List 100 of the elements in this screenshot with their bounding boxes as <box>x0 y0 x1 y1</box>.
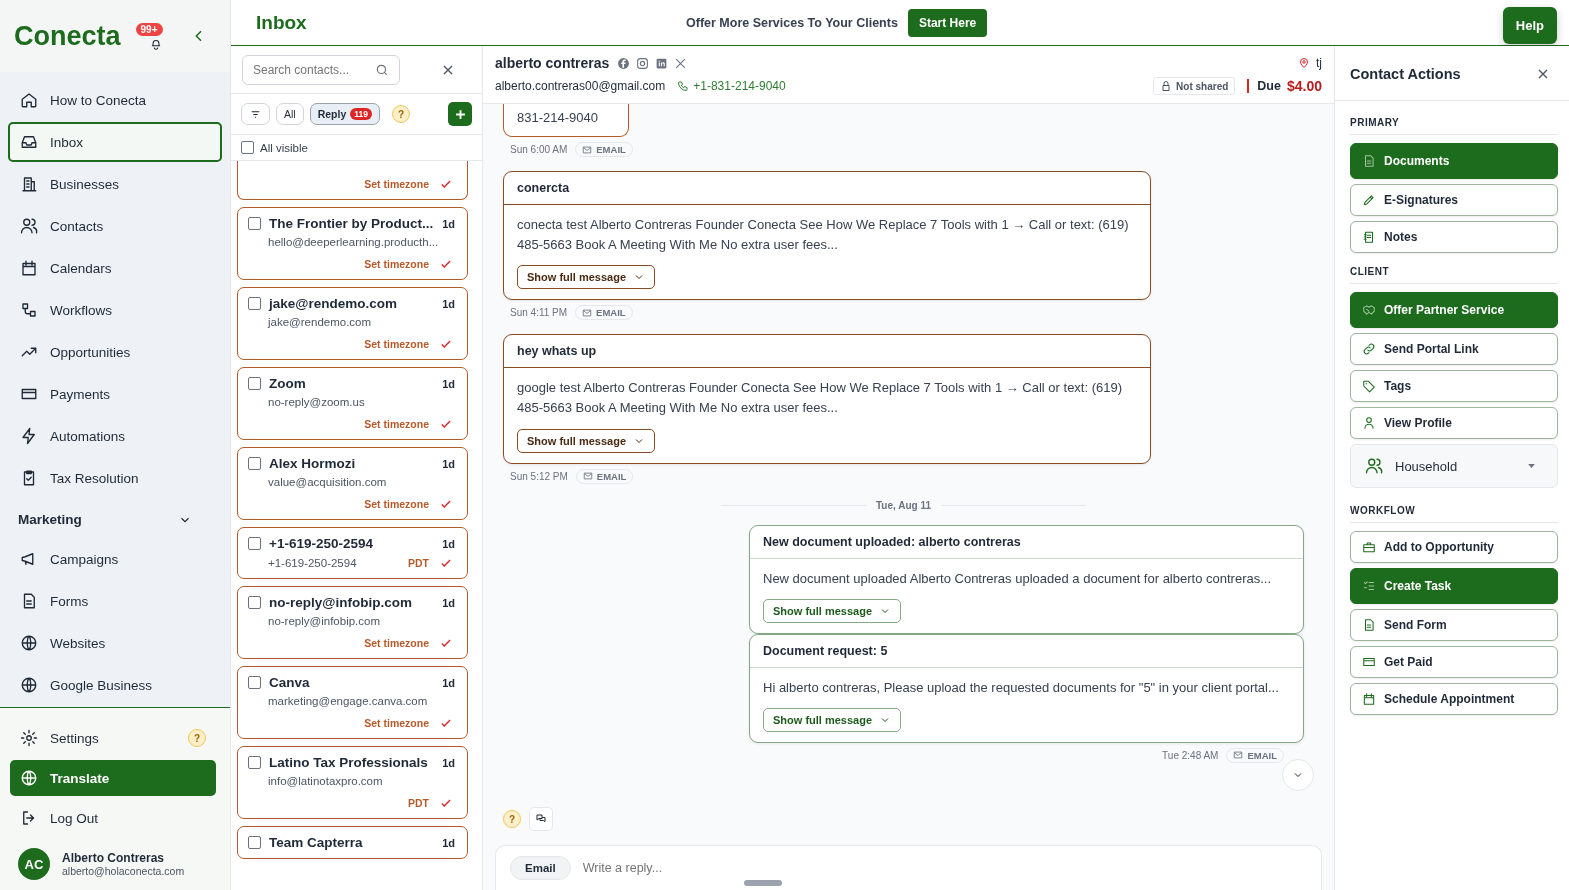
action-button[interactable]: View Profile <box>1350 407 1558 439</box>
nav-item[interactable]: Google Business <box>8 665 222 705</box>
help-button[interactable]: Help <box>1502 7 1557 44</box>
start-here-button[interactable]: Start Here <box>907 8 988 37</box>
filter-chip[interactable]: Reply 119 <box>309 103 380 125</box>
lightning-icon <box>20 427 38 445</box>
phone-link[interactable]: +1-831-214-9040 <box>677 79 786 93</box>
action-button[interactable]: Offer Partner Service <box>1350 292 1558 328</box>
contact-card[interactable]: Team Capterra 1d <box>237 826 468 859</box>
action-button[interactable]: Tags <box>1350 370 1558 402</box>
reply-box[interactable]: Email Write a reply... <box>495 845 1322 890</box>
contact-time: 1d <box>442 836 455 849</box>
nav-item[interactable]: How to Conecta <box>8 80 222 120</box>
timezone-label[interactable]: Set timezone <box>364 717 429 729</box>
resize-handle[interactable] <box>744 880 782 886</box>
contact-card[interactable]: no-reply@infobip.com 1d no-reply@infobip.com Set timezone <box>237 586 468 659</box>
contact-card[interactable]: The Frontier by Product... 1d hello@deeperlearning.producth... Set timezone <box>237 207 468 280</box>
sidebar-button[interactable]: Settings ? <box>10 720 216 756</box>
checkbox[interactable] <box>248 297 261 310</box>
search-input[interactable]: Search contacts... <box>253 63 363 77</box>
checkbox[interactable] <box>248 756 261 769</box>
timezone-label[interactable]: Set timezone <box>364 498 429 510</box>
checkbox[interactable] <box>248 217 261 230</box>
action-button[interactable]: Schedule Appointment <box>1350 683 1558 715</box>
contact-card[interactable]: Latino Tax Professionals 1d info@latinotaxpro.com PDT <box>237 746 468 819</box>
timezone-label[interactable]: PDT <box>408 557 429 569</box>
help-icon[interactable]: ? <box>188 729 206 747</box>
show-full-message-button[interactable]: Show full message <box>517 428 656 453</box>
contact-time: 1d <box>442 537 455 550</box>
contact-card[interactable]: Alex Hormozi 1d value@acquisition.com Set timezone <box>237 447 468 520</box>
contact-card[interactable]: +1-619-250-2594 1d +1-619-250-2594 PDT <box>237 527 468 579</box>
show-full-message-button[interactable]: Show full message <box>763 598 902 623</box>
action-button[interactable]: Get Paid <box>1350 646 1558 678</box>
contact-card[interactable]: Canva 1d marketing@engage.canva.com Set timezone <box>237 666 468 739</box>
action-button[interactable]: Send Form <box>1350 609 1558 641</box>
panel-title: Contact Actions <box>1350 66 1461 82</box>
facebook-icon[interactable] <box>617 56 631 70</box>
sidebar-button[interactable]: Translate <box>10 760 216 796</box>
document-icon <box>1362 154 1376 168</box>
nav-item[interactable]: Inbox <box>8 122 222 162</box>
channel-selector[interactable]: Email <box>510 856 571 880</box>
nav-item[interactable]: Contacts <box>8 206 222 246</box>
nav-item[interactable]: Opportunities <box>8 332 222 372</box>
action-button[interactable]: Add to Opportunity <box>1350 531 1558 563</box>
users-icon <box>1365 457 1383 475</box>
globe-icon <box>20 769 38 787</box>
page-title: Inbox <box>256 11 308 34</box>
filter-chip[interactable]: All <box>276 103 304 125</box>
checkbox[interactable] <box>248 836 261 849</box>
sidebar-button[interactable]: Log Out <box>10 800 216 836</box>
timezone-label[interactable]: Set timezone <box>364 418 429 430</box>
section-label: PRIMARY <box>1350 109 1558 135</box>
x-icon[interactable] <box>674 56 688 70</box>
checkbox[interactable] <box>241 141 254 154</box>
nav-item[interactable]: Automations <box>8 416 222 456</box>
search-field[interactable]: Search contacts... <box>242 55 400 85</box>
user-email: alberto@holaconecta.com <box>62 865 185 877</box>
checkbox[interactable] <box>248 377 261 390</box>
checkbox[interactable] <box>248 537 261 550</box>
user-avatar: AC <box>18 848 50 880</box>
nav-item[interactable]: Calendars <box>8 248 222 288</box>
contact-time: 1d <box>442 676 455 689</box>
help-icon[interactable]: ? <box>392 105 410 123</box>
chat-icon <box>535 813 547 825</box>
contact-card[interactable]: Zoom 1d no-reply@zoom.us Set timezone <box>237 367 468 440</box>
nav-item[interactable]: Websites <box>8 623 222 663</box>
checkbox[interactable] <box>248 457 261 470</box>
nav-item[interactable]: Businesses <box>8 164 222 204</box>
checkbox[interactable] <box>248 676 261 689</box>
action-button[interactable]: Create Task <box>1350 568 1558 604</box>
message-time: Sun 5:12 PM <box>510 470 568 482</box>
action-button[interactable]: E-Signatures <box>1350 184 1558 216</box>
action-button[interactable]: Documents <box>1350 143 1558 179</box>
action-button[interactable]: Notes <box>1350 221 1558 253</box>
contact-time: 1d <box>442 217 455 230</box>
household-dropdown[interactable]: Household <box>1350 444 1558 488</box>
nav-item[interactable]: Workflows <box>8 290 222 330</box>
show-full-message-button[interactable]: Show full message <box>517 265 656 290</box>
timezone-label[interactable]: Set timezone <box>364 258 429 270</box>
contact-card[interactable]: jake@rendemo.com 1d jake@rendemo.com Set timezone <box>237 287 468 360</box>
add-button[interactable] <box>448 102 472 126</box>
show-full-message-button[interactable]: Show full message <box>763 707 902 732</box>
checkbox[interactable] <box>248 596 261 609</box>
nav-item[interactable]: Forms <box>8 581 222 621</box>
instagram-icon[interactable] <box>636 56 650 70</box>
nav-item[interactable]: Payments <box>8 374 222 414</box>
nav-item[interactable]: Campaigns <box>8 539 222 579</box>
timezone-label[interactable]: PDT <box>408 797 429 809</box>
message-text: New document uploaded Alberto Contreras uploaded a document for alberto contreras... <box>763 569 1273 588</box>
timezone-label[interactable]: Set timezone <box>364 637 429 649</box>
section-toggle[interactable]: Marketing <box>8 504 222 535</box>
chat-button[interactable] <box>529 807 553 831</box>
help-icon[interactable]: ? <box>503 810 521 828</box>
nav-item[interactable]: Tax Resolution <box>8 458 222 498</box>
mail-icon <box>582 471 593 482</box>
linkedin-icon[interactable] <box>655 56 669 70</box>
timezone-label[interactable]: Set timezone <box>364 338 429 350</box>
contact-card[interactable]: Set timezone <box>237 161 468 200</box>
timezone-label[interactable]: Set timezone <box>364 178 429 190</box>
action-button[interactable]: Send Portal Link <box>1350 333 1558 365</box>
